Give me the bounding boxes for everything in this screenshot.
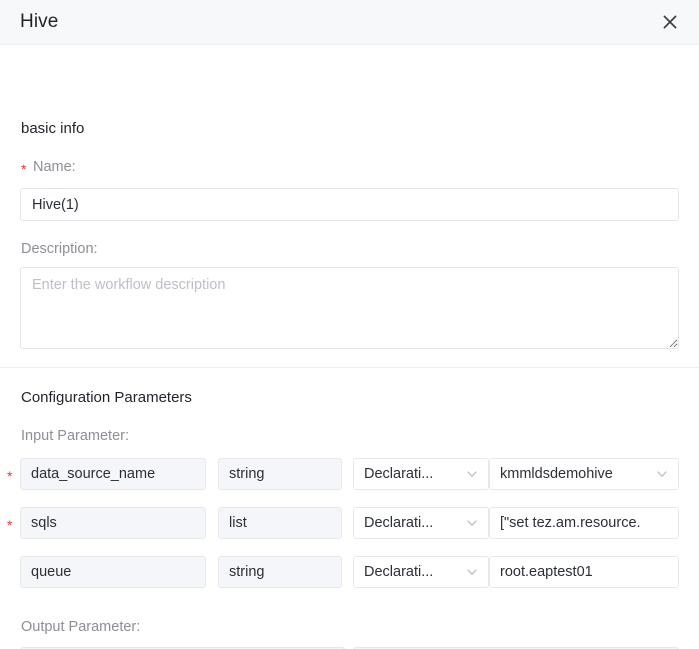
description-textarea[interactable] xyxy=(20,267,679,349)
param-type-value: string xyxy=(229,564,265,580)
param-mode-value: Declarati... xyxy=(364,564,434,580)
input-parameter-label: Input Parameter: xyxy=(21,428,129,444)
param-name-value: queue xyxy=(31,564,72,580)
chevron-down-icon xyxy=(466,517,478,529)
param-type-field: string xyxy=(218,458,342,490)
param-type-field: string xyxy=(218,556,342,588)
param-value-select[interactable]: kmmldsdemohive xyxy=(489,458,679,490)
param-value: root.eaptest01 xyxy=(500,564,593,580)
dialog-title: Hive xyxy=(20,11,59,32)
basic-info-heading: basic info xyxy=(21,120,85,137)
name-label: Name: xyxy=(33,159,76,175)
param-value: ["set tez.am.resource. xyxy=(500,515,641,531)
dialog-header: Hive xyxy=(0,0,699,45)
param-mode-select[interactable]: Declarati... xyxy=(353,458,489,490)
output-parameter-label: Output Parameter: xyxy=(21,619,141,635)
param-name-field[interactable]: queue xyxy=(20,556,206,588)
param-value: kmmldsdemohive xyxy=(500,466,613,482)
param-mode-select[interactable]: Declarati... xyxy=(353,507,489,539)
param-name-value: sqls xyxy=(31,515,57,531)
param-name-value: data_source_name xyxy=(31,466,156,482)
param-mode-value: Declarati... xyxy=(364,466,434,482)
param-name-field[interactable]: data_source_name xyxy=(20,458,206,490)
name-required-marker: * xyxy=(21,161,27,177)
chevron-down-icon xyxy=(466,566,478,578)
param-mode-select[interactable]: Declarati... xyxy=(353,556,489,588)
param-value-input[interactable]: root.eaptest01 xyxy=(489,556,679,588)
param-name-field[interactable]: sqls xyxy=(20,507,206,539)
param-required-marker: * xyxy=(7,517,13,533)
param-type-value: string xyxy=(229,466,265,482)
close-icon[interactable] xyxy=(655,7,685,37)
param-type-value: list xyxy=(229,515,247,531)
param-value-input[interactable]: ["set tez.am.resource. xyxy=(489,507,679,539)
param-mode-value: Declarati... xyxy=(364,515,434,531)
chevron-down-icon xyxy=(466,468,478,480)
name-input[interactable] xyxy=(20,188,679,221)
param-type-field: list xyxy=(218,507,342,539)
section-divider xyxy=(0,367,699,368)
configuration-parameters-heading: Configuration Parameters xyxy=(21,389,192,406)
param-required-marker: * xyxy=(7,468,13,484)
description-label: Description: xyxy=(21,241,98,257)
hive-node-config-dialog: Hive basic info * Name: Description: Con… xyxy=(0,0,699,649)
chevron-down-icon xyxy=(656,468,668,480)
